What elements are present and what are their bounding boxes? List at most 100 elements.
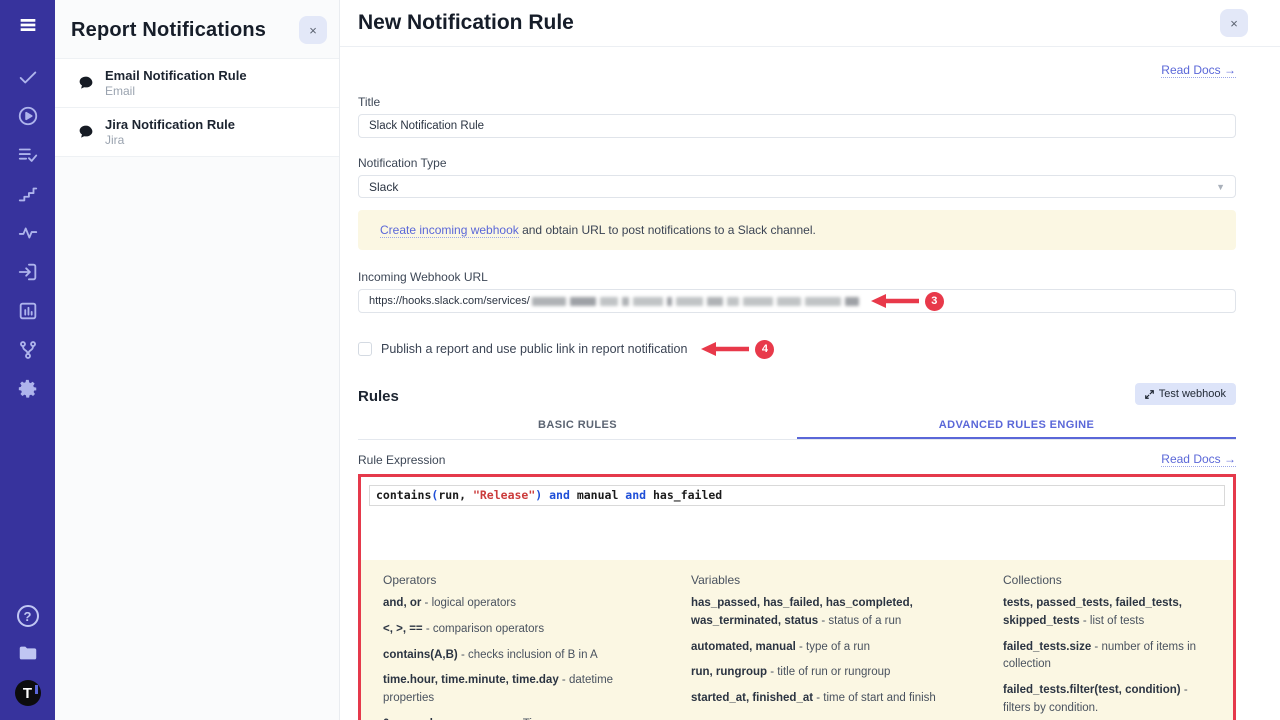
tab-advanced-rules-engine[interactable]: ADVANCED RULES ENGINE — [797, 415, 1236, 439]
notification-type-label: Notification Type — [358, 156, 1236, 170]
pulse-icon — [17, 222, 39, 249]
projects-folder-icon — [17, 642, 39, 669]
code-token: manual — [577, 488, 619, 502]
notification-rule-title: Jira Notification Rule — [105, 117, 235, 132]
sidebar-item-pulse[interactable] — [15, 222, 41, 248]
webhook-info-text: and obtain URL to post notifications to … — [519, 223, 816, 237]
webhook-info-box: Create incoming webhook and obtain URL t… — [358, 210, 1236, 250]
sidebar-item-runs-play[interactable] — [15, 105, 41, 131]
test-webhook-label: Test webhook — [1159, 388, 1226, 400]
help-entry: and, or - logical operators — [383, 595, 655, 613]
tab-basic-rules[interactable]: BASIC RULES — [358, 415, 797, 439]
help-entry: <, >, == - comparison operators — [383, 621, 655, 639]
rules-read-docs-link[interactable]: Read Docs → — [1161, 452, 1236, 467]
help-entry: has_passed, has_failed, has_completed, w… — [691, 595, 967, 631]
help-column-variables: Variables has_passed, has_failed, has_co… — [691, 573, 967, 720]
annotation-badge-3: 3 — [925, 292, 944, 311]
code-token: and — [618, 488, 653, 502]
help-entry: automated, manual - type of a run — [691, 639, 967, 657]
rule-expression-label: Rule Expression — [358, 453, 445, 467]
notification-rule-title: Email Notification Rule — [105, 68, 247, 83]
code-token: and — [542, 488, 577, 502]
webhook-url-prefix: https://hooks.slack.com/services/ — [369, 295, 530, 307]
notification-type-select[interactable]: Slack ▼ — [358, 175, 1236, 198]
webhook-url-input[interactable]: https://hooks.slack.com/services/ 3 — [358, 289, 1236, 313]
page-title: New Notification Rule — [358, 11, 574, 35]
help-entry: started_at, finished_at - time of start … — [691, 690, 967, 708]
help-entry: tests, passed_tests, failed_tests, skipp… — [1003, 595, 1211, 631]
import-icon — [17, 261, 39, 288]
webhook-url-redacted — [532, 297, 859, 306]
notification-rule-list: Email Notification Rule Email Jira Notif… — [55, 58, 339, 157]
panel-title: Report Notifications — [71, 19, 266, 42]
tests-check-icon — [17, 66, 39, 93]
milestones-steps-icon — [17, 183, 39, 210]
chat-bubble-icon — [77, 123, 95, 141]
send-test-icon — [1145, 390, 1154, 399]
help-column-header: Variables — [691, 573, 967, 587]
publish-report-checkbox[interactable] — [358, 342, 372, 356]
settings-gear-icon — [17, 378, 39, 405]
sidebar-item-tests-check[interactable] — [15, 66, 41, 92]
sidebar-item-reports-chart[interactable] — [15, 300, 41, 326]
app-root: ?T Report Notifications × Email Notifica… — [0, 0, 1280, 720]
sidebar-item-test-plans[interactable] — [15, 144, 41, 170]
chevron-down-icon: ▼ — [1216, 182, 1225, 192]
sidebar-item-import[interactable] — [15, 261, 41, 287]
notification-type-value: Slack — [369, 180, 398, 194]
code-token: "Release" — [473, 488, 535, 502]
sidebar-item-settings-gear[interactable] — [15, 378, 41, 404]
rules-tabs: BASIC RULES ADVANCED RULES ENGINE — [358, 415, 1236, 440]
help-column-collections: Collections tests, passed_tests, failed_… — [1003, 573, 1211, 720]
rule-expression-editor[interactable]: contains(run, "Release") and manual and … — [369, 485, 1225, 506]
help-entry: contains(A,B) - checks inclusion of B in… — [383, 647, 655, 665]
form-content: Read Docs → Title Notification Type Slac… — [340, 47, 1280, 720]
code-token: run, — [438, 488, 473, 502]
help-entry: failed_tests.filter(test, condition) - f… — [1003, 682, 1211, 718]
rules-heading: Rules — [358, 388, 399, 405]
annotation-badge-4: 4 — [755, 340, 774, 359]
webhook-url-label: Incoming Webhook URL — [358, 270, 1236, 284]
runs-play-icon — [17, 105, 39, 132]
sidebar-item-projects[interactable] — [15, 642, 41, 668]
annotation-arrow-3 — [869, 293, 921, 309]
chat-bubble-icon — [77, 74, 95, 92]
menu-icon — [17, 14, 39, 41]
help-entry: 0.seconds_ago - same as Time.now — [383, 716, 655, 720]
annotation-arrow-4 — [699, 341, 751, 357]
publish-report-row: Publish a report and use public link in … — [358, 339, 1236, 359]
sidebar-item-menu[interactable] — [15, 14, 41, 40]
main-area: New Notification Rule × Read Docs → Titl… — [340, 0, 1280, 720]
panel-close-button[interactable]: × — [299, 16, 327, 44]
expression-help-panel: Operators and, or - logical operators <, … — [361, 560, 1233, 720]
help-column-header: Operators — [383, 573, 655, 587]
reports-chart-icon — [17, 300, 39, 327]
branches-icon — [17, 339, 39, 366]
help-icon[interactable]: ? — [17, 605, 39, 627]
editor-empty-area[interactable] — [361, 514, 1233, 560]
sidebar: ?T — [0, 0, 55, 720]
rule-editor-annotated-box: contains(run, "Release") and manual and … — [358, 474, 1236, 720]
help-column-header: Collections — [1003, 573, 1211, 587]
publish-report-label: Publish a report and use public link in … — [381, 342, 687, 356]
code-token: contains — [376, 488, 431, 502]
avatar[interactable]: T — [15, 680, 41, 706]
notification-rule-item[interactable]: Email Notification Rule Email — [55, 59, 339, 108]
help-entry: run, rungroup - title of run or rungroup — [691, 664, 967, 682]
sidebar-item-milestones-steps[interactable] — [15, 183, 41, 209]
help-entry: time.hour, time.minute, time.day - datet… — [383, 672, 655, 708]
title-input[interactable] — [358, 114, 1236, 138]
test-plans-icon — [17, 144, 39, 171]
create-webhook-link[interactable]: Create incoming webhook — [380, 223, 519, 238]
read-docs-link[interactable]: Read Docs → — [1161, 63, 1236, 78]
title-label: Title — [358, 95, 1236, 109]
help-entry: failed_tests.size - number of items in c… — [1003, 639, 1211, 675]
sidebar-item-branches[interactable] — [15, 339, 41, 365]
main-header: New Notification Rule × — [340, 0, 1280, 47]
test-webhook-button[interactable]: Test webhook — [1135, 383, 1236, 405]
notification-rule-item[interactable]: Jira Notification Rule Jira — [55, 108, 339, 157]
report-notifications-panel: Report Notifications × Email Notificatio… — [55, 0, 340, 720]
notification-rule-type: Jira — [105, 133, 235, 147]
code-token: has_failed — [653, 488, 722, 502]
dialog-close-button[interactable]: × — [1220, 9, 1248, 37]
